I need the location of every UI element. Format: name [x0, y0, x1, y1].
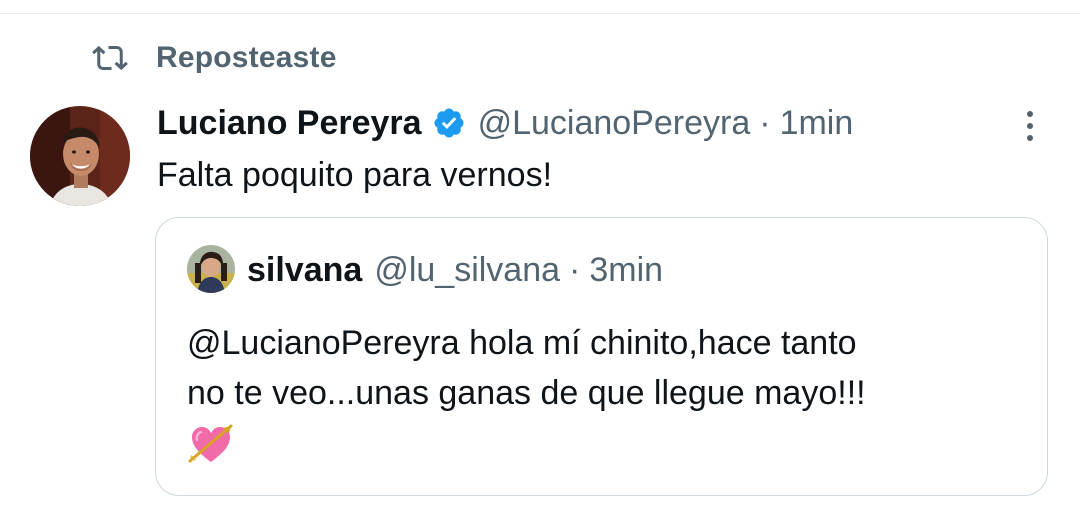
author-avatar[interactable]: [30, 106, 130, 206]
quoted-tweet-text: @LucianoPereyra hola mí chinito,hace tan…: [187, 318, 1027, 418]
author-handle[interactable]: @LucianoPereyra: [478, 104, 751, 143]
top-divider: [0, 13, 1080, 14]
repost-label: Reposteaste: [156, 41, 337, 74]
tweet-timestamp[interactable]: 1min: [780, 104, 854, 143]
quoted-author-display-name[interactable]: silvana: [247, 251, 362, 290]
quoted-author-handle[interactable]: @lu_silvana: [374, 251, 560, 290]
repost-icon: [90, 38, 130, 78]
more-options-icon[interactable]: [1016, 108, 1044, 144]
quoted-author-avatar[interactable]: [187, 245, 235, 293]
quoted-tweet-timestamp[interactable]: 3min: [589, 251, 663, 290]
quoted-text-line: no te veo...unas ganas de que llegue may…: [187, 374, 866, 412]
tweet-header: Luciano Pereyra @LucianoPereyra · 1min: [157, 100, 853, 146]
quoted-text-line: @LucianoPereyra hola mí chinito,hace tan…: [187, 324, 857, 362]
quoted-tweet-header: silvana @lu_silvana · 3min: [247, 248, 663, 292]
heart-with-arrow-emoji: [187, 420, 235, 468]
separator-dot: ·: [569, 250, 581, 289]
tweet-page: Reposteaste Luciano Pereyra @LucianoPere…: [0, 0, 1080, 509]
author-display-name[interactable]: Luciano Pereyra: [157, 104, 422, 143]
quoted-tweet-card[interactable]: silvana @lu_silvana · 3min @LucianoPerey…: [155, 217, 1048, 496]
separator-dot: ·: [759, 103, 771, 142]
repost-indicator[interactable]: Reposteaste: [90, 38, 337, 78]
tweet-text: Falta poquito para vernos!: [157, 156, 553, 194]
verified-badge-icon[interactable]: [432, 106, 466, 140]
